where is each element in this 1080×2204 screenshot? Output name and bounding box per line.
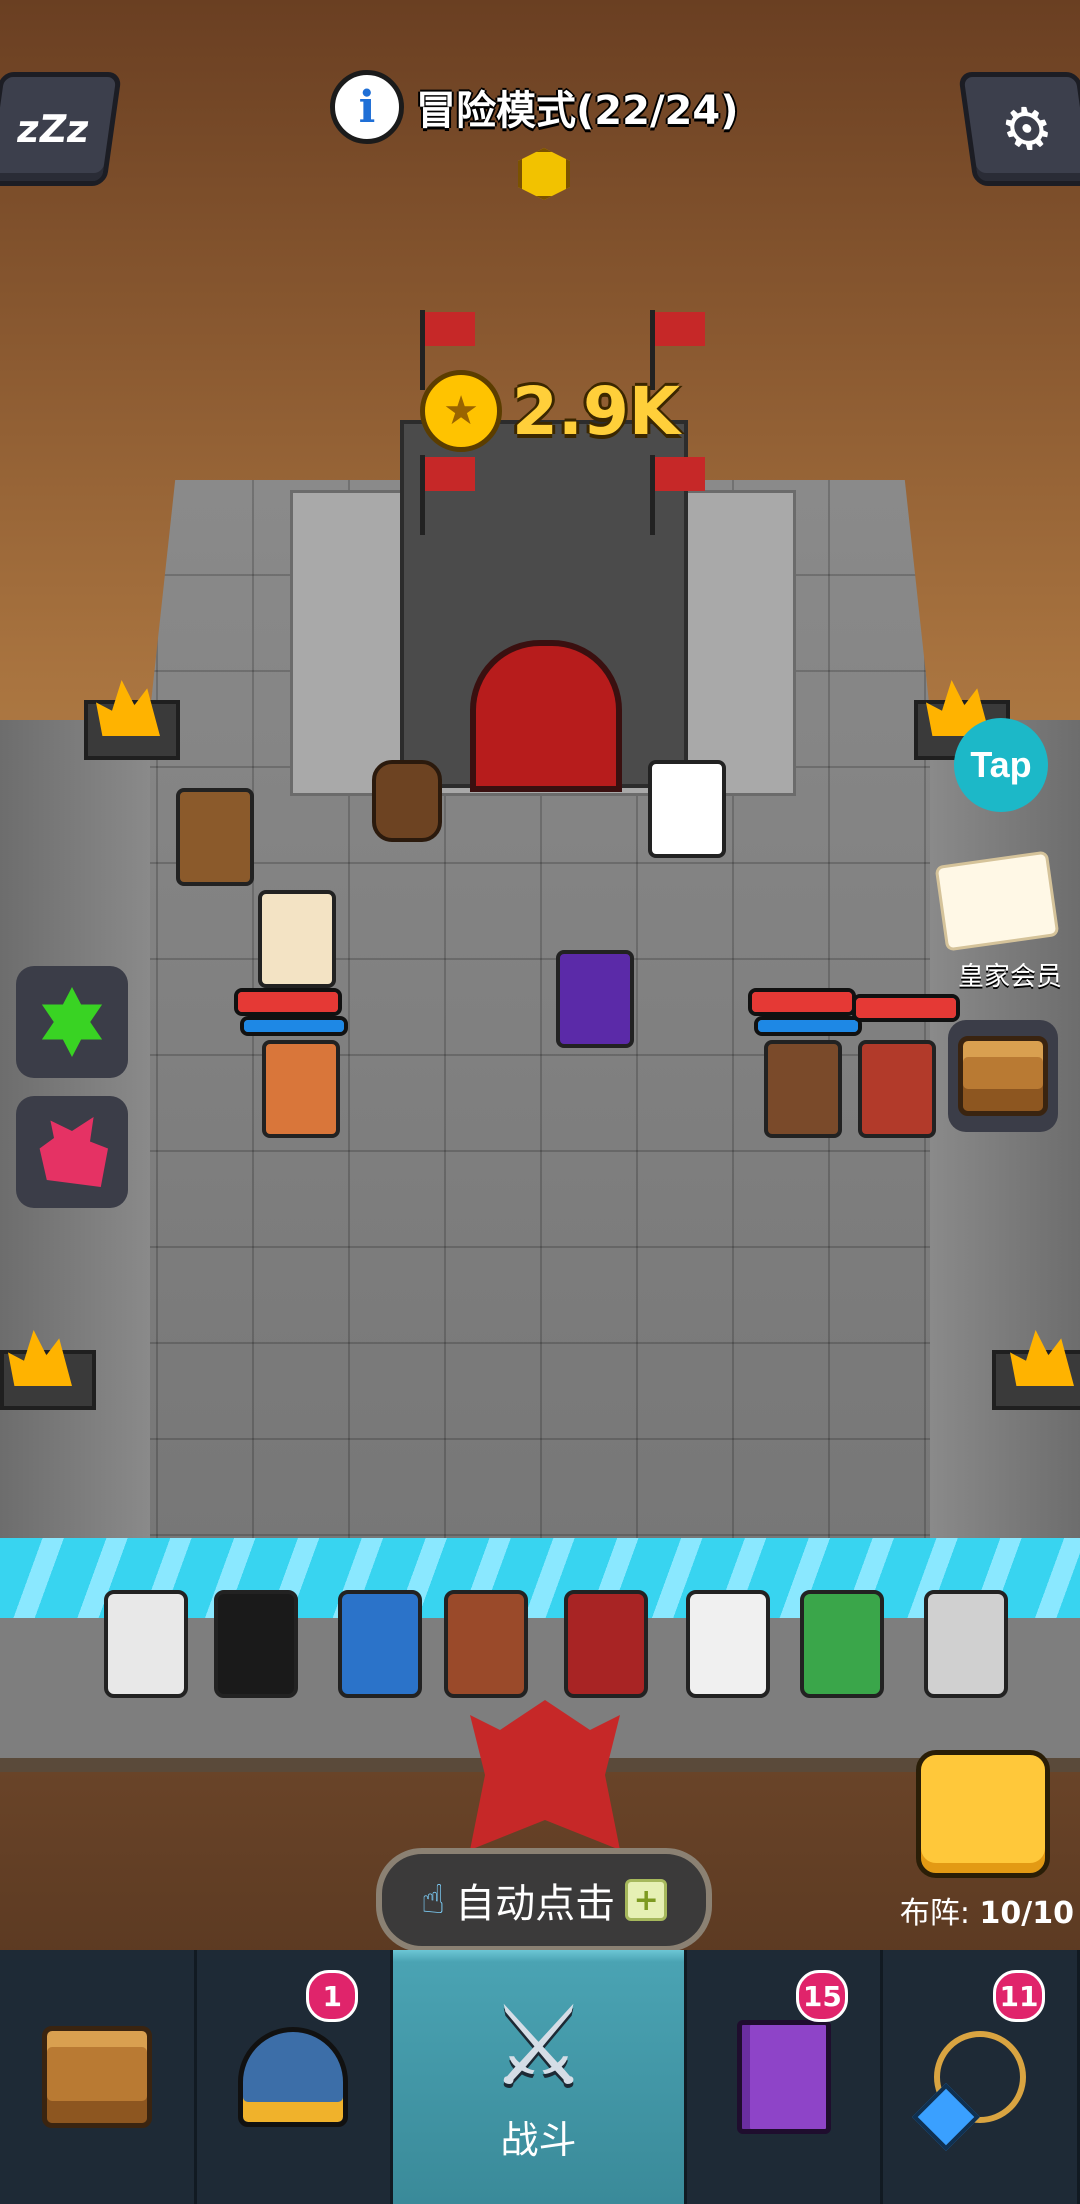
gem-necklace-icon [934,2031,1027,2123]
bench-hero[interactable] [686,1590,770,1698]
hero-unit[interactable] [556,950,634,1048]
treasure-chest-icon [41,2026,152,2128]
health-bar [748,988,856,1016]
hexagram-icon [41,987,103,1057]
coin-amount: 2.9K [512,372,681,450]
castle-coin-reward: ★ 2.9K [420,370,680,452]
formation-button[interactable] [916,1750,1050,1878]
bench-hero[interactable] [800,1590,884,1698]
red-skill-button[interactable] [16,1096,128,1208]
nav-heroes[interactable]: 1 [197,1950,394,2204]
enemy-unit[interactable] [764,1040,842,1138]
bench-hero[interactable] [444,1590,528,1698]
mana-bar [754,1016,862,1036]
notification-badge: 15 [796,1970,849,2022]
nav-battle[interactable]: ⚔ 战斗 [393,1950,687,2204]
sleep-button[interactable]: zZz [0,72,123,186]
bench-hero[interactable] [214,1590,298,1698]
fire-icon [96,680,160,736]
mana-bar [240,1016,348,1036]
game-scene: ★ 2.9K [0,0,1080,1960]
formation-count: 10/10 [979,1896,1074,1931]
red-flag [655,457,705,491]
enemy-unit[interactable] [258,890,336,988]
enemy-unit[interactable] [176,788,254,886]
enemy-unit[interactable] [648,760,726,858]
winged-helmet-icon [238,2027,349,2127]
red-flag [425,457,475,491]
gold-coin-icon: ★ [420,370,502,452]
side-chest-button[interactable] [948,1020,1058,1132]
formation-counter: 布阵: 10/10 [874,1888,1080,1932]
notification-badge: 11 [993,1970,1046,2022]
nav-necklace[interactable]: 11 [883,1950,1080,2204]
plus-icon: + [625,1879,668,1921]
mode-title: 冒险模式(22/24) [416,88,739,134]
pointer-hand-icon: ☝ [420,1877,446,1923]
enemy-unit[interactable] [262,1040,340,1138]
notification-badge: 1 [306,1970,359,2022]
crossed-swords-icon: ⚔ [489,1981,588,2110]
bench-hero[interactable] [104,1590,188,1698]
vip-card-icon[interactable] [934,850,1060,952]
gear-icon: ⚙ [996,95,1058,163]
auto-click-label: 自动点击 [455,1881,616,1927]
info-icon[interactable]: i [330,70,404,144]
health-bar [852,994,960,1022]
bench-hero[interactable] [338,1590,422,1698]
red-burst-icon [39,1117,108,1187]
bench-hero[interactable] [564,1590,648,1698]
vip-label: 皇家会员 [957,962,1062,992]
enemy-unit[interactable] [858,1040,936,1138]
mode-header: i 冒险模式(22/24) [330,70,739,144]
tap-button[interactable]: Tap [954,718,1048,812]
sleep-icon: zZz [14,107,92,151]
barrel [372,760,442,842]
nav-book[interactable]: 15 [687,1950,884,2204]
nav-chest[interactable] [0,1950,197,2204]
red-flag [655,312,705,346]
bench-hero[interactable] [924,1590,1008,1698]
settings-button[interactable]: ⚙ [957,72,1080,186]
treasure-chest-icon [958,1036,1048,1116]
health-bar [234,988,342,1016]
bottom-nav: 1 ⚔ 战斗 15 11 [0,1950,1080,2204]
spell-book-icon [736,2020,831,2134]
hexagram-button[interactable] [16,966,128,1078]
auto-click-button[interactable]: ☝ 自动点击 + [376,1848,712,1952]
castle-gate [470,640,622,792]
formation-label: 布阵: [899,1896,970,1931]
red-flag [425,312,475,346]
nav-battle-label: 战斗 [500,2117,577,2162]
